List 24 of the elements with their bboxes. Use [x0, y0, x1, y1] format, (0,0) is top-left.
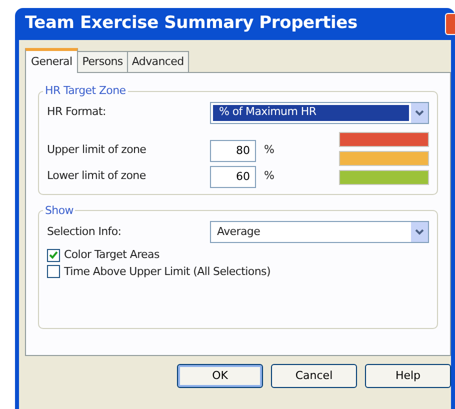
close-button[interactable]: [445, 13, 455, 35]
unit-label: %: [264, 168, 274, 184]
field-label: Selection Info:: [47, 224, 122, 240]
unit-label: %: [264, 142, 274, 158]
checkbox-label: Color Target Areas: [64, 247, 160, 263]
tab[interactable]: Persons: [77, 50, 128, 72]
number-field[interactable]: 60: [210, 166, 256, 188]
dialog-button[interactable]: OK: [177, 364, 263, 388]
group-title: Show: [44, 202, 74, 218]
selection-dropdown[interactable]: Average: [210, 221, 429, 243]
checkbox-label: Time Above Upper Limit (All Selections): [64, 264, 270, 280]
tab[interactable]: Advanced: [126, 50, 189, 72]
group-title: HR Target Zone: [44, 83, 127, 99]
tab[interactable]: General: [25, 48, 78, 73]
dialog-button[interactable]: Cancel: [271, 364, 357, 388]
checkbox[interactable]: [47, 248, 60, 262]
window-title: Team Exercise Summary Properties: [25, 12, 358, 36]
number-field[interactable]: 80: [210, 140, 256, 162]
checkbox[interactable]: [47, 265, 60, 278]
format-dropdown[interactable]: % of Maximum HR: [210, 102, 429, 124]
field-label: Upper limit of zone: [47, 142, 148, 158]
dialog-button[interactable]: Help: [365, 364, 451, 388]
field-label: HR Format:: [47, 104, 107, 120]
field-label: Lower limit of zone: [47, 168, 147, 184]
